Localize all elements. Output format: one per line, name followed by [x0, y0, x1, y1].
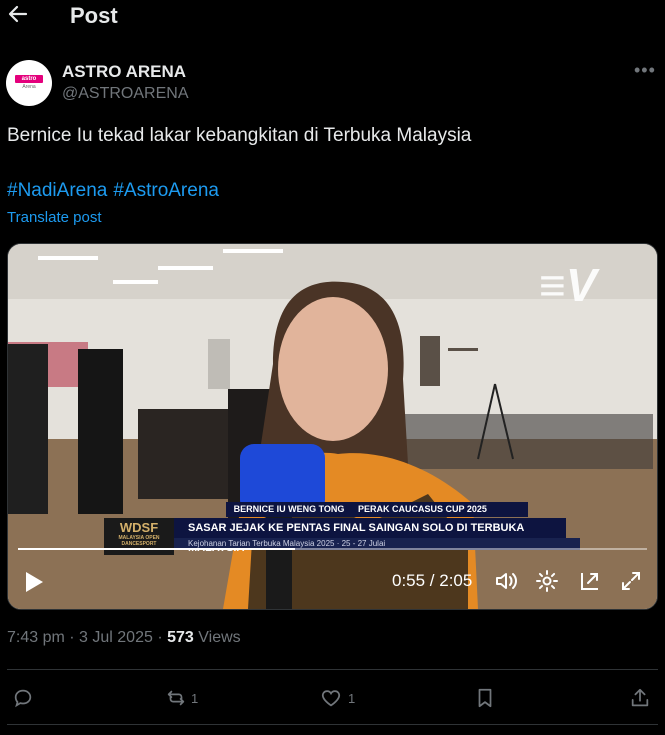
share-button[interactable] — [629, 686, 651, 710]
bookmark-button[interactable] — [474, 686, 496, 710]
post-text: Bernice Iu tekad lakar kebangkitan di Te… — [7, 125, 472, 146]
video-progress-fill — [18, 548, 295, 550]
hashtags: #NadiArena #AstroArena — [7, 180, 225, 202]
hashtag-link[interactable]: #NadiArena — [7, 180, 107, 201]
divider — [7, 724, 658, 725]
repost-button[interactable]: 1 — [165, 686, 198, 710]
lower-third-event: PERAK CAUCASUS CUP 2025 — [352, 502, 528, 517]
action-bar: 1 1 — [0, 686, 665, 714]
translate-post-link[interactable]: Translate post — [7, 209, 102, 226]
views-count: 573 — [167, 629, 194, 646]
page-title: Post — [70, 3, 118, 28]
video-time-display: 0:55 / 2:05 — [392, 571, 473, 590]
play-icon[interactable] — [24, 571, 44, 593]
reply-button[interactable] — [12, 686, 34, 710]
fullscreen-icon[interactable] — [619, 569, 643, 593]
like-count: 1 — [348, 690, 356, 706]
post-time[interactable]: 7:43 pm — [7, 629, 65, 646]
like-button[interactable]: 1 — [320, 686, 355, 710]
avatar[interactable]: astro Arena — [6, 60, 52, 106]
reply-icon — [14, 689, 32, 708]
video-progress-bar[interactable] — [18, 548, 647, 550]
lower-third-headline: SASAR JEJAK KE PENTAS FINAL SAINGAN SOLO… — [174, 518, 566, 554]
channel-watermark-logo: ≡V — [539, 259, 597, 311]
author-handle[interactable]: @ASTROARENA — [62, 85, 188, 103]
avatar-logo-text: astro — [21, 76, 37, 82]
hashtag-link[interactable]: #AstroArena — [113, 180, 219, 201]
post-date[interactable]: 3 Jul 2025 — [79, 629, 153, 646]
bookmark-icon — [478, 688, 492, 708]
author-display-name[interactable]: ASTRO ARENA — [62, 62, 186, 82]
top-bar: Post — [0, 0, 665, 32]
repost-icon — [167, 690, 185, 706]
heart-icon — [321, 690, 341, 707]
back-arrow-icon[interactable] — [6, 2, 30, 26]
more-options-icon[interactable]: ••• — [634, 60, 656, 81]
post-meta: 7:43 pm · 3 Jul 2025 · 573 Views — [7, 629, 241, 646]
lower-third-name: BERNICE IU WENG TONG — [226, 502, 352, 517]
avatar-logo-subtext: Arena — [22, 84, 36, 90]
settings-gear-icon[interactable] — [535, 569, 559, 593]
picture-in-picture-icon[interactable] — [578, 569, 602, 593]
share-icon — [631, 688, 649, 707]
video-player[interactable]: ≡V BERNICE IU WENG TONG PERAK CAUCASUS C… — [7, 243, 658, 610]
repost-count: 1 — [191, 690, 199, 706]
divider — [7, 669, 658, 670]
volume-icon[interactable] — [494, 569, 518, 593]
views-label: Views — [198, 629, 241, 646]
